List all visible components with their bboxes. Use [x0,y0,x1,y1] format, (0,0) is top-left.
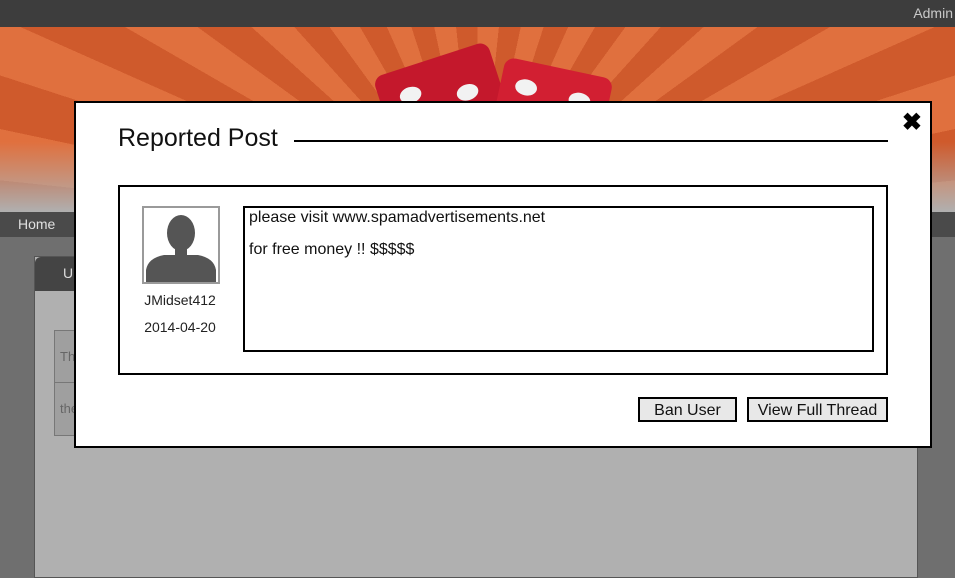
content-tab-label: U [63,265,74,281]
post-date: 2014-04-20 [144,319,216,335]
post-line: please visit www.spamadvertisements.net [249,209,546,226]
title-divider [294,140,888,142]
top-bar: Admin [0,0,955,27]
view-full-thread-button[interactable]: View Full Thread [747,397,888,422]
ban-user-button[interactable]: Ban User [638,397,737,422]
post-username[interactable]: JMidset412 [130,292,230,308]
post-content: please visit www.spamadvertisements.net … [243,206,874,352]
reported-post-dialog: Reported Post ✖ JMidset412 2014-04-20 pl… [74,101,932,448]
user-silhouette-icon [144,208,218,282]
table-row: Th [60,349,76,364]
close-icon[interactable]: ✖ [902,111,922,135]
dialog-title: Reported Post [118,124,288,153]
avatar [142,206,220,284]
reported-post: JMidset412 2014-04-20 please visit www.s… [118,185,888,375]
admin-link[interactable]: Admin [913,5,953,21]
nav-home[interactable]: Home [18,216,55,232]
post-line: for free money !! $$$$$ [249,241,415,258]
